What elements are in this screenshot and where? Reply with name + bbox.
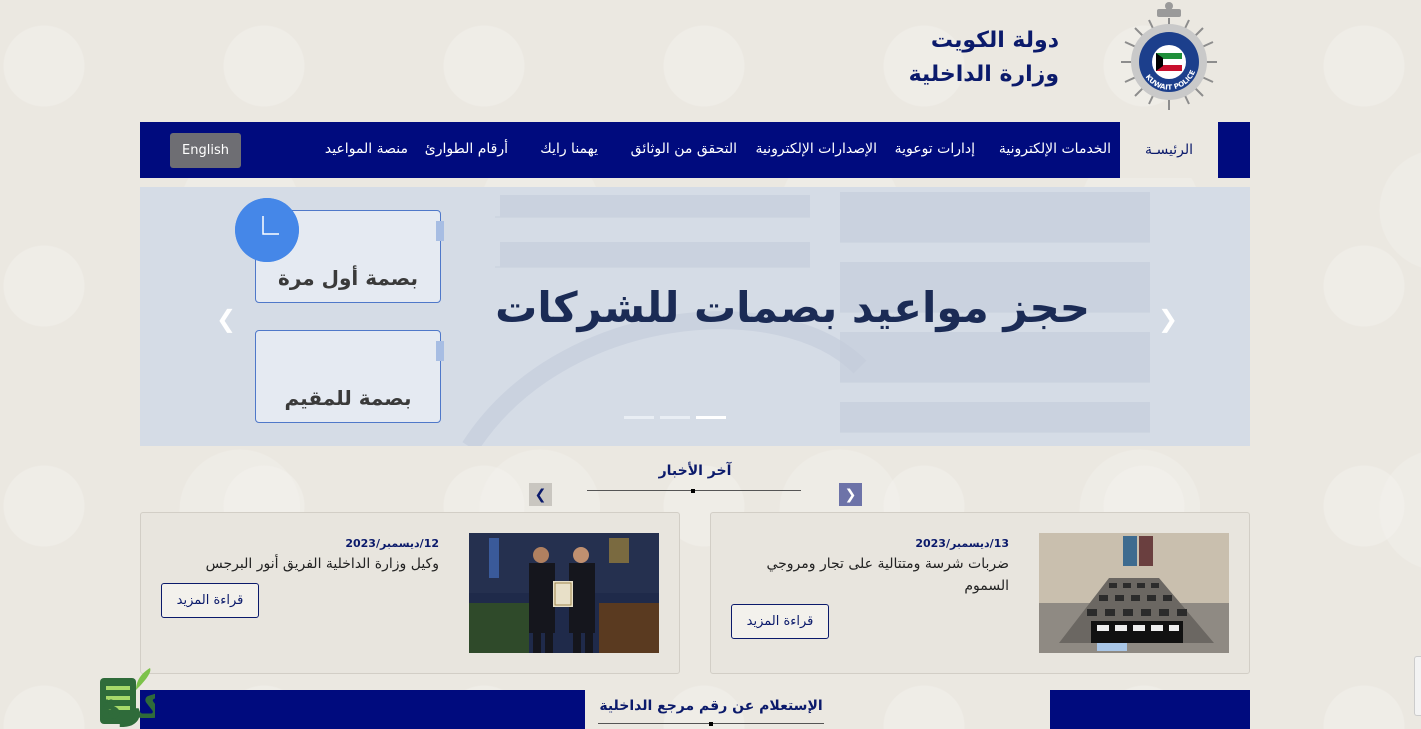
nav-emergency-numbers[interactable]: أرقام الطوارئ xyxy=(425,122,508,178)
scroll-handle[interactable] xyxy=(1414,656,1421,716)
ministry-title: دولة الكويت وزارة الداخلية xyxy=(909,24,1059,92)
news-card: 12/ديسمبر/2023 وكيل وزارة الداخلية الفري… xyxy=(140,512,680,674)
card-tab xyxy=(436,221,444,241)
news-image-ceremony[interactable] xyxy=(469,533,659,653)
nav-appointments-platform[interactable]: منصة المواعيد xyxy=(325,122,408,178)
carousel-dot[interactable] xyxy=(624,416,654,419)
carousel-next-icon[interactable]: ❯ xyxy=(1158,305,1178,333)
news-headline[interactable]: وكيل وزارة الداخلية الفريق أنور البرجس xyxy=(159,553,439,575)
carousel-prev-icon[interactable]: ❮ xyxy=(216,305,236,333)
latest-news-heading: آخر الأخبار xyxy=(658,463,732,479)
nav-document-verification[interactable]: التحقق من الوثائق xyxy=(631,122,737,178)
resident-fingerprint-label: بصمة للمقيم xyxy=(284,386,412,410)
news-date: 12/ديسمبر/2023 xyxy=(345,537,439,550)
banner-title: حجز مواعيد بصمات للشركات xyxy=(495,283,1090,332)
news-headline[interactable]: ضربات شرسة ومتتالية على تجار ومروجي السم… xyxy=(759,553,1009,597)
fikra-watermark-logo: فكرة xyxy=(100,668,155,727)
nav-feedback[interactable]: يهمنا رايك xyxy=(540,122,598,178)
carousel-dot[interactable] xyxy=(660,416,690,419)
carousel-dot-active[interactable] xyxy=(696,416,726,419)
ministry-name: وزارة الداخلية xyxy=(908,62,1059,87)
nav-home[interactable]: الرئيسـة xyxy=(1120,122,1218,178)
kuwait-police-logo[interactable]: KUWAIT POLICE xyxy=(1113,0,1225,116)
country-name: دولة الكويت xyxy=(930,28,1059,53)
bottom-left-panel xyxy=(140,690,585,729)
read-more-button[interactable]: قراءة المزيد xyxy=(731,604,829,639)
carousel-indicators xyxy=(624,416,726,419)
news-prev-icon[interactable]: ❮ xyxy=(529,483,552,506)
reference-inquiry-heading: الإستعلام عن رقم مرجع الداخلية xyxy=(599,698,823,714)
heading-underline-dot xyxy=(709,722,713,726)
watermark-text: فكرة xyxy=(100,686,155,727)
heading-underline-dot xyxy=(691,489,695,493)
resident-fingerprint-card[interactable]: بصمة للمقيم xyxy=(255,330,444,423)
bottom-right-panel xyxy=(1050,690,1250,729)
news-card: 13/ديسمبر/2023 ضربات شرسة ومتتالية على ت… xyxy=(710,512,1250,674)
first-fingerprint-label: بصمة أول مرة xyxy=(278,266,418,290)
english-button[interactable]: English xyxy=(170,133,241,168)
nav-epublications[interactable]: الإصدارات الإلكترونية xyxy=(756,122,878,178)
news-date: 13/ديسمبر/2023 xyxy=(915,537,1009,550)
main-navbar: الرئيسـة الخدمات الإلكترونية إدارات توعو… xyxy=(140,122,1250,178)
news-next-icon[interactable]: ❯ xyxy=(839,483,862,506)
clock-icon xyxy=(235,198,299,262)
nav-awareness[interactable]: إدارات توعوية xyxy=(895,122,975,178)
read-more-button[interactable]: قراءة المزيد xyxy=(161,583,259,618)
hero-carousel: حجز مواعيد بصمات للشركات بصمة أول مرة بص… xyxy=(140,187,1250,446)
nav-eservices[interactable]: الخدمات الإلكترونية xyxy=(999,122,1111,178)
card-tab xyxy=(436,341,444,361)
news-image-seizure[interactable] xyxy=(1039,533,1229,653)
